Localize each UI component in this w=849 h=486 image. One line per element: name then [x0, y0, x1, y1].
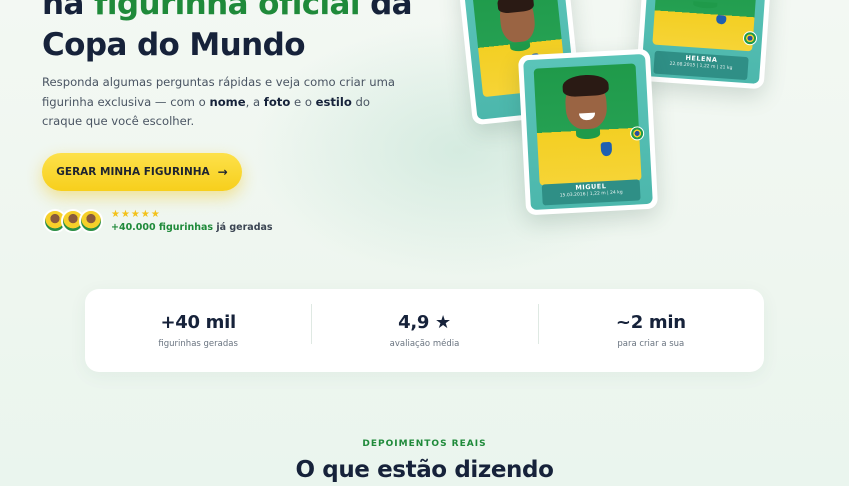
avatar-group — [43, 209, 103, 233]
stat-value: +40 mil — [160, 312, 236, 333]
hero-title: na figurinha oficial da Copa do Mundo — [42, 0, 462, 66]
sticker-name-bar: MIGUEL 15.03.2016 | 1,22 m | 24 kg — [541, 178, 641, 205]
stat-creation-time: ~2 min para criar a sua — [537, 304, 764, 349]
cta-label: GERAR MINHA FIGURINHA — [56, 166, 210, 178]
generated-count-highlight: +40.000 figurinhas — [111, 222, 214, 233]
hero-title-highlight: figurinha oficial — [93, 0, 361, 22]
stat-stickers-generated: +40 mil figurinhas geradas — [85, 312, 311, 349]
stat-label: para criar a sua — [617, 339, 685, 349]
hero-title-line2: Copa do Mundo — [42, 27, 306, 63]
hero-title-part1: na — [42, 0, 94, 22]
social-proof: ★★★★★ +40.000 figurinhas já geradas — [43, 209, 273, 233]
description-text: , a — [245, 94, 264, 109]
jersey-collar — [693, 1, 718, 10]
stat-value: ~2 min — [615, 312, 686, 333]
brazil-flag-icon — [742, 31, 758, 46]
brazil-flag-icon — [629, 126, 645, 141]
stat-value: 4,9 ★ — [398, 312, 451, 333]
social-proof-text: ★★★★★ +40.000 figurinhas já geradas — [111, 209, 273, 233]
sticker-card-body: HELENA 22.08.2015 | 1,22 m | 21 kg — [641, 0, 767, 84]
arrow-right-icon: → — [217, 165, 228, 179]
description-bold-photo: foto — [263, 94, 291, 109]
jersey-collar — [575, 128, 601, 140]
testimonials-kicker: DEPOIMENTOS REAIS — [362, 439, 487, 449]
cbf-crest-icon — [715, 14, 727, 25]
stat-label: figurinhas geradas — [158, 339, 238, 349]
cbf-crest-icon — [600, 142, 612, 157]
star-rating-icon: ★★★★★ — [111, 209, 161, 220]
description-bold-name: nome — [209, 94, 246, 109]
stats-panel: +40 mil figurinhas geradas 4,9 ★ avaliaç… — [85, 289, 764, 372]
generate-sticker-button[interactable]: GERAR MINHA FIGURINHA → — [42, 153, 242, 191]
sticker-card-body: MIGUEL 15.03.2016 | 1,22 m | 24 kg — [523, 53, 653, 211]
generated-count: +40.000 figurinhas já geradas — [111, 222, 273, 233]
player-hair — [562, 74, 609, 98]
jersey-collar — [509, 41, 531, 53]
generated-count-rest: já geradas — [213, 222, 273, 233]
hero-title-part2: da — [359, 0, 413, 22]
testimonials-title: O que estão dizendo — [295, 457, 554, 483]
description-text: e o — [290, 94, 316, 109]
hero-description: Responda algumas perguntas rápidas e vej… — [42, 73, 412, 132]
avatar — [79, 209, 103, 233]
sticker-card: HELENA 22.08.2015 | 1,22 m | 21 kg — [635, 0, 773, 90]
stat-average-rating: 4,9 ★ avaliação média — [311, 304, 537, 349]
sticker-name-bar: HELENA 22.08.2015 | 1,22 m | 21 kg — [653, 50, 749, 80]
sticker-photo — [533, 63, 642, 186]
description-bold-style: estilo — [315, 94, 352, 109]
sticker-card: MIGUEL 15.03.2016 | 1,22 m | 24 kg — [517, 48, 659, 216]
sticker-photo — [652, 0, 757, 52]
stat-label: avaliação média — [389, 339, 460, 349]
